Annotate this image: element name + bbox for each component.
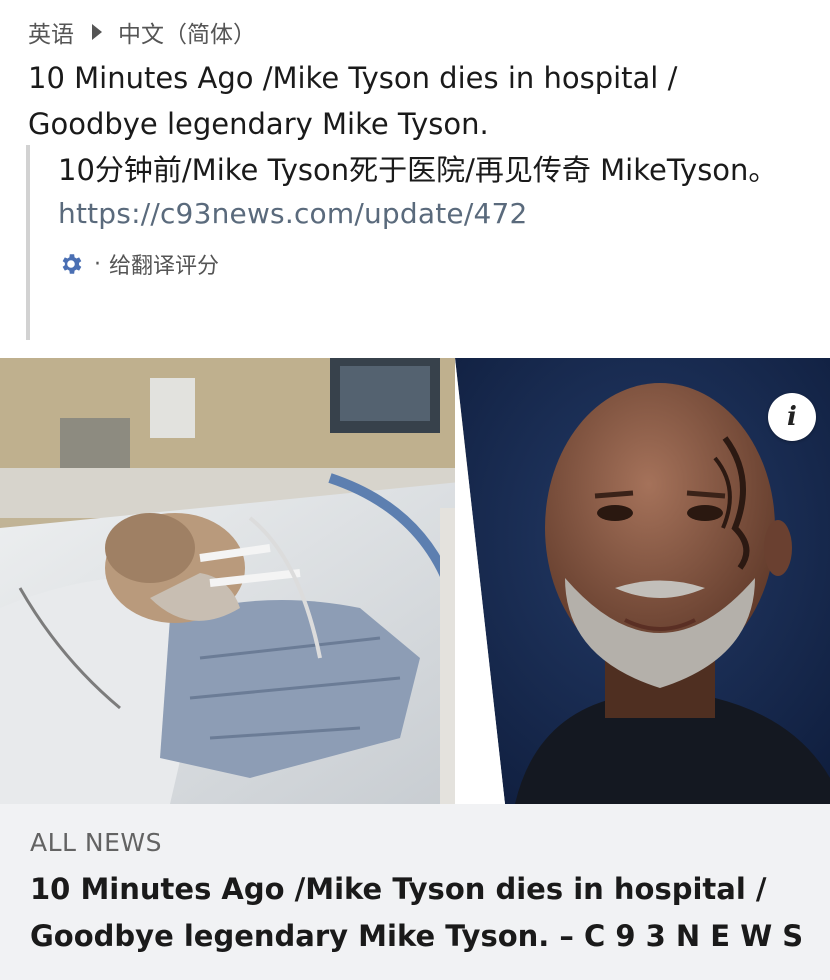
link-headline[interactable]: 10 Minutes Ago /Mike Tyson dies in hospi… [30,866,820,960]
target-language[interactable]: 中文（简体） [118,15,256,49]
link-source: ALL NEWS [30,828,162,857]
hospital-photo [0,358,500,804]
translation-language-bar[interactable]: 英语 中文（简体） [28,14,256,50]
translated-text: 10分钟前/Mike Tyson死于医院/再见传奇 MikeTyson。 [58,153,778,187]
post-link[interactable]: https://c93news.com/update/472 [58,197,796,230]
rate-translation-label[interactable]: 给翻译评分 [109,248,219,280]
separator-dot: · [94,251,101,277]
play-arrow-icon [92,24,102,40]
info-icon[interactable]: i [768,393,816,441]
source-language[interactable]: 英语 [28,15,74,49]
gear-icon [62,254,82,274]
translation-block: 10分钟前/Mike Tyson死于医院/再见传奇 MikeTyson。 htt… [26,145,796,340]
rate-translation[interactable]: · 给翻译评分 [58,248,796,280]
link-preview-card[interactable]: i ALL NEWS 10 Minutes Ago /Mike Tyson di… [0,358,830,980]
link-preview-image[interactable]: i [0,358,830,804]
post-text: 10 Minutes Ago /Mike Tyson dies in hospi… [28,61,678,141]
